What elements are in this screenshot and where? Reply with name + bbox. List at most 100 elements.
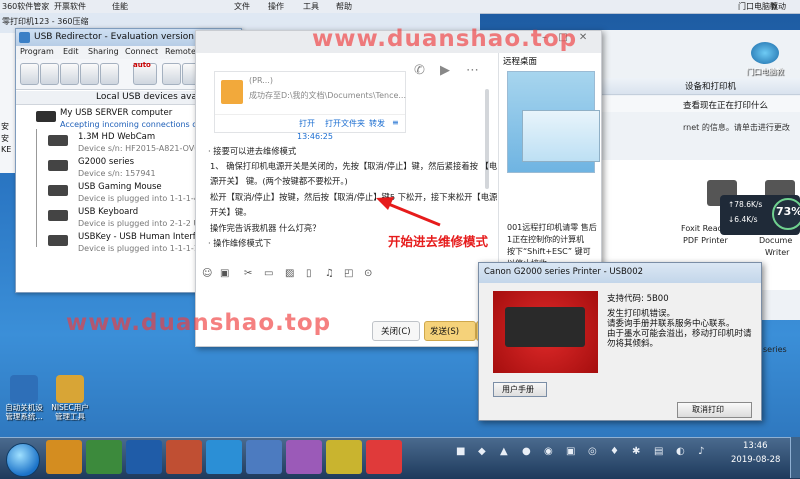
menu-item[interactable]: 360软件管家 [2,1,49,12]
desktop-icon[interactable]: 自动关机设 管理系统... [0,375,48,421]
tray-icon[interactable]: ▣ [566,446,575,457]
menu-item[interactable]: 工具 [303,1,319,12]
usage-percent: 73% [776,205,800,218]
emoji-icon[interactable]: ☺ [202,268,212,279]
message-line: 1、 确保打印机电源开关是关闭的，先按【取消/停止】键，然后紧接着按 【电 [210,161,498,171]
tray-icon[interactable]: ● [522,446,531,457]
tray-icon[interactable]: ■ [456,446,465,457]
more-icon[interactable]: ⊙ [364,268,372,279]
usb-device-icon [48,185,68,196]
toolbar-button[interactable] [40,63,59,85]
tray-icon[interactable]: ♪ [698,446,704,457]
network-speed-widget[interactable]: ↑78.6K/s ↓6.4K/s 73% [720,195,800,235]
close-icon[interactable]: ✕ [579,32,587,43]
video-icon[interactable]: ▶ [440,63,450,78]
device-name: G2000 series [78,157,135,167]
tray-icon[interactable]: ◐ [676,446,685,457]
menu-connect[interactable]: Connect [125,47,158,56]
close-button[interactable]: 关闭(C) [372,321,420,341]
clock-date[interactable]: 2019-08-28 [731,455,780,465]
tray-icon[interactable]: ♦ [610,446,619,457]
see-whats-printing[interactable]: 查看现在正在打印什么 [601,96,800,112]
menu-item[interactable]: 驱动 [770,1,786,12]
remote-screen-preview[interactable] [507,71,600,173]
remote-desktop-panel: 远程桌面 001远程打印机请零 售后 1正在控制你的计算机 按下“Shift+E… [498,53,601,268]
voice-icon[interactable]: ♫ [325,268,334,279]
printer-name: Writer [765,248,790,257]
desktop-icon[interactable]: NISEC用户 管理工具 [46,375,94,421]
info-bar[interactable]: rnet 的信息。请单击进行更改 [601,120,800,136]
taskbar-app[interactable] [206,440,242,474]
menu-item[interactable]: 开票软件 [54,1,86,12]
menu-item[interactable]: 佳能 [112,1,128,12]
desktop-icon-computer[interactable]: 门口电脑教 [735,28,795,77]
dialog-title: Canon G2000 series Printer - USB002 [484,267,644,277]
menu-program[interactable]: Program [20,47,54,56]
menu-item[interactable]: 文件 [234,1,250,12]
taskbar-app[interactable] [366,440,402,474]
tray-icon[interactable]: ▲ [500,446,508,457]
message-line: 操作完告诉我机器 什么灯亮？ [210,223,321,233]
device-status: Device is plugged into 2-1-2 US [78,219,205,228]
windows-logo-icon [6,443,40,477]
send-button[interactable]: 发送(S) [424,321,476,341]
message-time: 13:46:25 [297,132,333,141]
toolbar-button[interactable] [60,63,79,85]
key-app-icon [56,375,84,403]
taskbar-app[interactable] [246,440,282,474]
support-code: 支持代码: 5B00 [607,294,669,304]
gif-icon[interactable]: ▣ [220,268,229,279]
tray-icon[interactable]: ◆ [478,446,486,457]
menu-icon[interactable]: ≡ [392,118,399,127]
taskbar-app[interactable] [166,440,202,474]
tray-icon[interactable]: ▤ [654,446,663,457]
canon-error-dialog: Canon G2000 series Printer - USB002 支持代码… [478,262,762,421]
taskbar-app[interactable] [326,440,362,474]
taskbar-app[interactable] [286,440,322,474]
menu-sharing[interactable]: Sharing [88,47,119,56]
computer-icon [36,111,56,122]
see-whats-printing-label: 查看现在正在打印什么 [683,101,769,111]
more-icon[interactable]: ⋯ [466,63,479,78]
message-line: 松开【取消/停止】按键，然后按【取消/停止】键5 下松开，接下来松开【电源 [210,192,498,202]
menu-item[interactable]: 操作 [268,1,284,12]
toolbar-button[interactable] [100,63,119,85]
file-actions: 打开 打开文件夹 转发 ≡ [215,114,405,133]
shake-icon[interactable]: ▯ [306,268,312,279]
show-desktop-button[interactable] [790,437,800,478]
clock-time[interactable]: 13:46 [743,441,768,451]
taskbar-app[interactable] [126,440,162,474]
image-icon[interactable]: ▨ [285,268,294,279]
taskbar-app[interactable] [86,440,122,474]
file-card[interactable]: (PR...) 成功存至D:\我的文档\Documents\Tence... 打… [214,71,406,133]
scissors-icon[interactable]: ✂ [244,268,252,279]
toolbar-button[interactable] [162,63,181,85]
desktop-icon-label: 自动关机设 管理系统... [5,403,43,421]
toolbar-button[interactable] [20,63,39,85]
user-manual-button[interactable]: 用户手册 [493,382,547,397]
canon-dialog-titlebar[interactable]: Canon G2000 series Printer - USB002 [479,263,761,283]
window-title: 设备和打印机 [685,82,737,92]
phone-icon[interactable]: ✆ [414,63,425,78]
forward-link[interactable]: 转发 [369,118,385,129]
open-folder-link[interactable]: 打开文件夹 [325,118,365,129]
tray-icon[interactable]: ◉ [544,446,553,457]
menu-item[interactable]: 帮助 [336,1,352,12]
device-status: Device s/n: HF2015-A821-OV01 [78,144,205,153]
chat-scrollbar[interactable] [485,89,489,189]
annotation-arrow [376,197,441,227]
folder-icon[interactable]: ▭ [264,268,273,279]
watermark: www.duanshao.top [312,26,578,52]
device-name: 1.3M HD WebCam [78,132,156,142]
start-button[interactable] [0,440,40,478]
menu-edit[interactable]: Edit [63,47,79,56]
taskbar-app[interactable] [46,440,82,474]
open-file-link[interactable]: 打开 [299,118,315,129]
cancel-print-button[interactable]: 取消打印 [677,402,752,418]
bag-icon[interactable]: ◰ [344,268,353,279]
device-name: USB Gaming Mouse [78,182,162,192]
menu-remote[interactable]: Remote [165,47,196,56]
tray-icon[interactable]: ◎ [588,446,597,457]
tray-icon[interactable]: ✱ [632,446,640,457]
toolbar-button[interactable] [80,63,99,85]
